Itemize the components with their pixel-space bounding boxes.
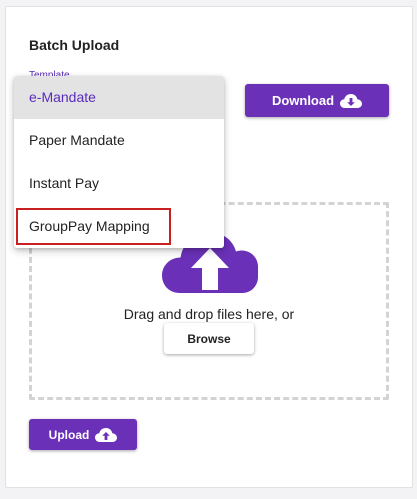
menu-item-label: Instant Pay: [29, 175, 100, 191]
download-button[interactable]: Download: [245, 84, 389, 117]
menu-item-label: Paper Mandate: [29, 132, 125, 148]
menu-item-instant-pay[interactable]: Instant Pay: [14, 162, 224, 205]
cloud-download-icon: [340, 93, 363, 109]
menu-item-grouppay-mapping[interactable]: GroupPay Mapping: [14, 205, 224, 248]
card-title: Batch Upload: [29, 37, 120, 53]
upload-button-label: Upload: [48, 427, 90, 442]
upload-button[interactable]: Upload: [29, 419, 137, 450]
dropzone-instructions: Drag and drop files here, or: [123, 306, 295, 322]
cloud-upload-icon: [95, 427, 118, 443]
menu-item-e-mandate[interactable]: e-Mandate: [14, 76, 224, 119]
browse-button[interactable]: Browse: [164, 323, 254, 354]
menu-item-label: GroupPay Mapping: [29, 218, 150, 234]
menu-item-label: e-Mandate: [29, 89, 96, 105]
menu-item-paper-mandate[interactable]: Paper Mandate: [14, 119, 224, 162]
download-button-label: Download: [271, 93, 335, 108]
template-dropdown-menu: e-Mandate Paper Mandate Instant Pay Grou…: [14, 76, 224, 248]
